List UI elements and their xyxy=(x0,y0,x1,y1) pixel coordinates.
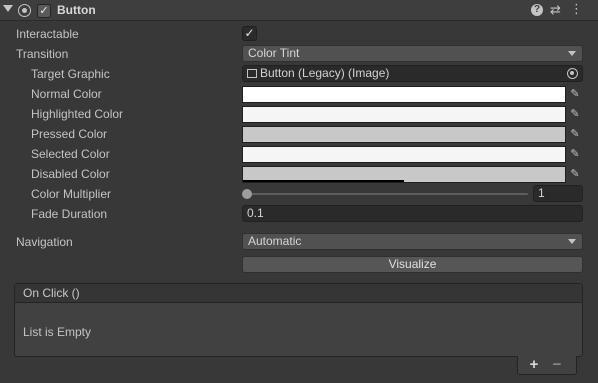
normal-color-swatch[interactable] xyxy=(242,86,566,103)
eyedropper-icon[interactable]: ✎ xyxy=(568,107,582,121)
selected-color-swatch[interactable] xyxy=(242,146,566,163)
pressed-color-label: Pressed Color xyxy=(31,127,108,141)
component-title: Button xyxy=(57,3,96,17)
fade-duration-label: Fade Duration xyxy=(31,207,108,221)
color-multiplier-input[interactable]: 1 xyxy=(533,185,583,202)
component-header[interactable]: ✓ Button ? ⇄ ⋮ xyxy=(0,0,598,21)
on-click-header: On Click () xyxy=(15,284,582,303)
color-multiplier-label: Color Multiplier xyxy=(31,187,112,201)
pressed-color-swatch[interactable] xyxy=(242,126,566,143)
component-enabled-checkbox[interactable]: ✓ xyxy=(37,4,51,18)
eyedropper-icon[interactable]: ✎ xyxy=(568,87,582,101)
selected-color-label: Selected Color xyxy=(31,147,110,161)
transition-value: Color Tint xyxy=(248,46,300,60)
highlighted-color-label: Highlighted Color xyxy=(31,107,124,121)
eyedropper-icon[interactable]: ✎ xyxy=(568,127,582,141)
on-click-event-list: On Click () List is Empty xyxy=(14,283,583,357)
color-multiplier-slider-thumb[interactable] xyxy=(242,189,252,199)
chevron-down-icon xyxy=(568,51,576,56)
eyedropper-icon[interactable]: ✎ xyxy=(568,167,582,181)
kebab-menu-icon[interactable]: ⋮ xyxy=(570,2,583,17)
button-component-icon xyxy=(18,4,31,17)
interactable-checkbox[interactable]: ✓ xyxy=(242,26,257,41)
target-graphic-value: Button (Legacy) (Image) xyxy=(260,66,390,80)
alpha-indicator-bar xyxy=(243,180,404,182)
question-circle-icon[interactable]: ? xyxy=(531,4,543,16)
interactable-label: Interactable xyxy=(16,27,79,41)
target-graphic-field[interactable]: Button (Legacy) (Image) xyxy=(242,65,583,82)
image-icon xyxy=(247,69,257,78)
object-picker-icon[interactable] xyxy=(567,68,578,79)
navigation-value: Automatic xyxy=(248,234,302,248)
highlighted-color-swatch[interactable] xyxy=(242,106,566,123)
normal-color-label: Normal Color xyxy=(31,87,102,101)
transition-dropdown[interactable]: Color Tint xyxy=(242,45,583,62)
foldout-arrow-icon[interactable] xyxy=(3,5,13,12)
target-graphic-label: Target Graphic xyxy=(31,67,110,81)
remove-listener-button[interactable]: − xyxy=(550,356,564,374)
disabled-color-swatch[interactable] xyxy=(242,166,566,183)
disabled-color-label: Disabled Color xyxy=(31,167,110,181)
event-list-footer xyxy=(517,356,577,375)
add-listener-button[interactable]: + xyxy=(527,356,541,374)
fade-duration-input[interactable]: 0.1 xyxy=(242,205,583,222)
transition-label: Transition xyxy=(16,47,69,61)
list-empty-text: List is Empty xyxy=(23,325,92,339)
visualize-button[interactable]: Visualize xyxy=(242,256,583,273)
eyedropper-icon[interactable]: ✎ xyxy=(568,147,582,161)
color-multiplier-slider-track[interactable] xyxy=(248,193,528,195)
navigation-dropdown[interactable]: Automatic xyxy=(242,233,583,250)
preset-sliders-icon[interactable]: ⇄ xyxy=(550,3,561,18)
navigation-label: Navigation xyxy=(16,235,73,249)
chevron-down-icon xyxy=(568,239,576,244)
